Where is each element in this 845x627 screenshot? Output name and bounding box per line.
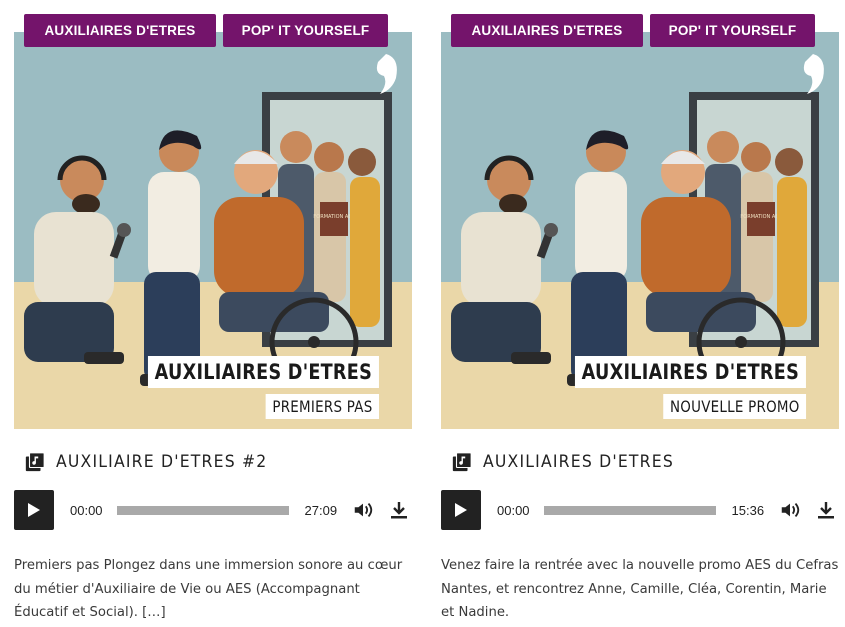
episode-title-row: AUXILIAIRE D'ETRES #2: [24, 451, 286, 473]
category-tag[interactable]: AUXILIAIRES D'ETRES: [451, 14, 643, 47]
category-tag[interactable]: AUXILIAIRES D'ETRES: [24, 14, 216, 47]
episode-title[interactable]: AUXILIAIRES D'ETRES: [483, 452, 674, 472]
category-tags: AUXILIAIRES D'ETRES POP' IT YOURSELF: [451, 14, 815, 47]
duration: 15:36: [731, 502, 765, 518]
artwork-caption-main: AUXILIAIRES D'ETRES: [148, 356, 379, 388]
artwork-caption-sub: PREMIERS PAS: [265, 394, 379, 419]
volume-icon[interactable]: [779, 499, 801, 521]
current-time: 00:00: [497, 502, 530, 518]
episode-artwork[interactable]: FORMATION AES AUXILIAIRES D'ETRES NOUVEL…: [441, 32, 839, 429]
progress-bar[interactable]: [543, 505, 716, 515]
progress-bar[interactable]: [116, 505, 289, 515]
category-tag[interactable]: POP' IT YOURSELF: [650, 14, 815, 47]
volume-icon[interactable]: [352, 499, 374, 521]
current-time: 00:00: [70, 502, 103, 518]
music-library-icon: [452, 452, 472, 472]
play-icon: [455, 503, 467, 517]
music-library-icon: [25, 452, 45, 472]
audio-player: 00:00 27:09: [14, 490, 412, 530]
play-icon: [28, 503, 40, 517]
category-tag[interactable]: POP' IT YOURSELF: [223, 14, 388, 47]
book-label: FORMATION AES: [740, 214, 781, 220]
duration: 27:09: [304, 502, 338, 518]
book-label: FORMATION AES: [313, 214, 354, 220]
episode-artwork[interactable]: FORMATION AES AUXILIAIRES D'ETRES PREMIE…: [14, 32, 412, 429]
episode-title[interactable]: AUXILIAIRE D'ETRES #2: [56, 452, 267, 472]
download-icon[interactable]: [816, 500, 836, 520]
episode-description: Premiers pas Plongez dans une immersion …: [14, 558, 403, 620]
download-icon[interactable]: [389, 500, 409, 520]
episode-title-row: AUXILIAIRES D'ETRES: [451, 451, 691, 473]
audio-player: 00:00 15:36: [441, 490, 839, 530]
category-tags: AUXILIAIRES D'ETRES POP' IT YOURSELF: [24, 14, 388, 47]
episode-description: Venez faire la rentrée avec la nouvelle …: [441, 558, 839, 620]
play-button[interactable]: [441, 490, 481, 530]
artwork-caption-sub: NOUVELLE PROMO: [662, 394, 806, 419]
play-button[interactable]: [14, 490, 54, 530]
artwork-caption-main: AUXILIAIRES D'ETRES: [575, 356, 806, 388]
